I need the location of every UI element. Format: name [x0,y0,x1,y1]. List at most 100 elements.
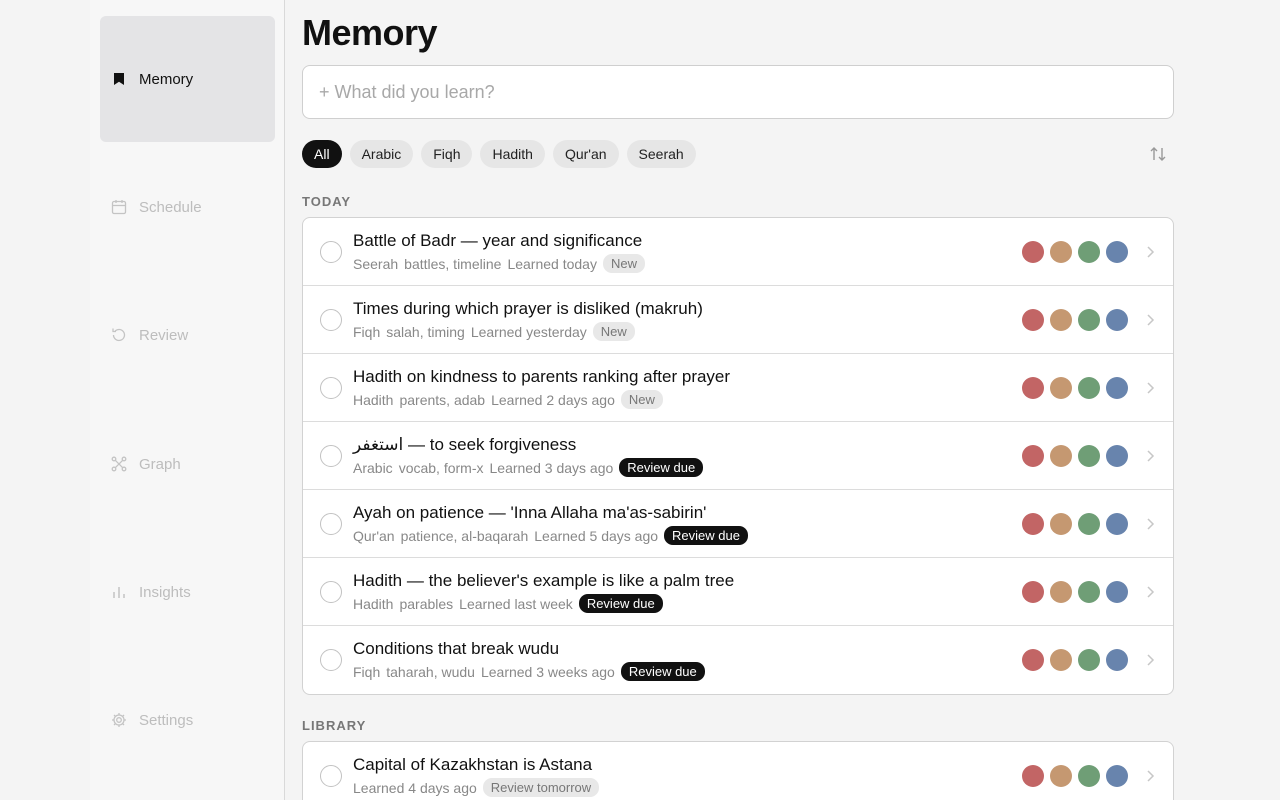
item-learned-date: Learned 4 days ago [353,779,477,796]
item-meta: Hadith parables Learned last week Review du… [353,594,663,613]
rating-dot-3[interactable] [1078,649,1100,671]
library-list: Capital of Kazakhstan is Astana Learned 4… [302,741,1174,800]
rating-dot-2[interactable] [1050,377,1072,399]
complete-checkbox[interactable] [320,309,342,331]
status-badge: New [620,390,663,409]
item-category: Seerah [353,255,399,272]
complete-checkbox[interactable] [320,581,342,603]
item-category: Hadith [353,391,394,408]
bookmark-icon [110,70,128,88]
rating-dot-2[interactable] [1050,241,1072,263]
item-title: Hadith — the believer's example is like … [353,571,735,590]
filter-chip-hadith[interactable]: Hadith [480,140,545,168]
sidebar-item-review[interactable]: Review [100,272,275,398]
status-badge: Review due [664,526,748,545]
rating-dot-2[interactable] [1050,765,1072,787]
rating-dot-4[interactable] [1106,377,1128,399]
rating-dot-3[interactable] [1078,513,1100,535]
sidebar-item-settings[interactable]: Settings [100,657,275,783]
item-learned-date: Learned yesterday [470,323,587,340]
rating-dot-1[interactable] [1022,513,1044,535]
complete-checkbox[interactable] [320,649,342,671]
list-item[interactable]: Battle of Badr — year and significance Se… [303,218,1173,286]
filter-chip-arabic[interactable]: Arabic [349,140,414,168]
sidebar-item-schedule[interactable]: Schedule [100,144,275,270]
filter-chip-all[interactable]: All [302,140,342,168]
item-category: Arabic [353,459,393,476]
rating-buttons [1022,445,1128,467]
rating-dot-2[interactable] [1050,649,1072,671]
section-label-today: TODAY [302,194,352,209]
item-meta: Arabic vocab, form-x Learned 3 days ago Rev… [353,458,704,477]
sidebar-item-graph[interactable]: Graph [100,401,275,527]
rating-dot-3[interactable] [1078,445,1100,467]
item-learned-date: Learned 3 days ago [489,459,614,476]
refresh-icon [110,326,128,344]
chevron-right-icon[interactable] [1143,584,1157,600]
rating-dot-3[interactable] [1078,765,1100,787]
chevron-right-icon[interactable] [1143,312,1157,328]
list-item[interactable]: Hadith on kindness to parents ranking af… [303,354,1173,422]
bar-chart-icon [110,583,128,601]
chevron-right-icon[interactable] [1143,244,1157,260]
list-item[interactable]: Ayah on patience — 'Inna Allaha ma'as-sa… [303,490,1173,558]
item-learned-date: Learned 3 weeks ago [480,663,615,680]
item-learned-date: Learned 2 days ago [491,391,615,408]
rating-dot-1[interactable] [1022,377,1044,399]
rating-dot-3[interactable] [1078,581,1100,603]
graph-icon [110,455,128,473]
rating-buttons [1022,649,1128,671]
complete-checkbox[interactable] [320,513,342,535]
rating-dot-4[interactable] [1106,309,1128,331]
rating-dot-1[interactable] [1022,241,1044,263]
rating-dot-4[interactable] [1106,241,1128,263]
rating-dot-1[interactable] [1022,309,1044,331]
add-memory-input[interactable] [302,65,1174,119]
list-item[interactable]: استغفر — to seek forgiveness Arabic vocab,… [303,422,1173,490]
item-category: Hadith [353,595,394,612]
chevron-right-icon[interactable] [1143,652,1157,668]
rating-dot-2[interactable] [1050,513,1072,535]
rating-dot-2[interactable] [1050,581,1072,603]
filter-chip-fiqh[interactable]: Fiqh [421,140,473,168]
chevron-right-icon[interactable] [1143,768,1157,784]
chevron-right-icon[interactable] [1143,380,1157,396]
item-meta: Qur'an patience, al-baqarah Learned 5 days… [353,526,748,545]
sort-arrows-icon[interactable] [1148,144,1168,164]
rating-dot-3[interactable] [1078,241,1100,263]
filter-chips: All Arabic Fiqh Hadith Qur'an Seerah [302,140,696,168]
item-tags: battles, timeline [404,255,502,272]
rating-dot-4[interactable] [1106,649,1128,671]
rating-dot-1[interactable] [1022,649,1044,671]
complete-checkbox[interactable] [320,765,342,787]
rating-dot-2[interactable] [1050,445,1072,467]
rating-buttons [1022,513,1128,535]
list-item[interactable]: Capital of Kazakhstan is Astana Learned 4… [303,742,1173,800]
chevron-right-icon[interactable] [1143,448,1157,464]
rating-dot-1[interactable] [1022,445,1044,467]
item-tags: parents, adab [399,391,486,408]
complete-checkbox[interactable] [320,241,342,263]
item-learned-date: Learned 5 days ago [534,527,659,544]
chevron-right-icon[interactable] [1143,516,1157,532]
rating-dot-2[interactable] [1050,309,1072,331]
rating-dot-1[interactable] [1022,765,1044,787]
complete-checkbox[interactable] [320,377,342,399]
list-item[interactable]: Conditions that break wudu Fiqh taharah, w… [303,626,1173,694]
status-badge: Review due [619,458,704,477]
sidebar-item-memory[interactable]: Memory [100,16,275,142]
rating-dot-4[interactable] [1106,513,1128,535]
item-meta: Hadith parents, adab Learned 2 days ago New [353,390,663,409]
rating-dot-4[interactable] [1106,445,1128,467]
rating-dot-3[interactable] [1078,309,1100,331]
list-item[interactable]: Hadith — the believer's example is like … [303,558,1173,626]
complete-checkbox[interactable] [320,445,342,467]
filter-chip-seerah[interactable]: Seerah [626,140,696,168]
rating-dot-1[interactable] [1022,581,1044,603]
filter-chip-quran[interactable]: Qur'an [552,140,619,168]
sidebar-item-insights[interactable]: Insights [100,529,275,655]
rating-dot-4[interactable] [1106,765,1128,787]
rating-dot-3[interactable] [1078,377,1100,399]
list-item[interactable]: Times during which prayer is disliked (m… [303,286,1173,354]
rating-dot-4[interactable] [1106,581,1128,603]
